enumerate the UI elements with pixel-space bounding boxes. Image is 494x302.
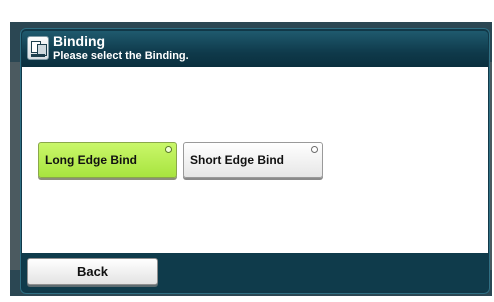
back-button-label: Back: [76, 264, 109, 279]
short-edge-bind-button[interactable]: Short Edge Bind: [183, 142, 323, 178]
page-title: Binding: [53, 33, 106, 49]
long-edge-bind-label: Long Edge Bind: [45, 153, 137, 167]
long-edge-bind-button[interactable]: Long Edge Bind: [38, 142, 177, 178]
selection-indicator-icon: [165, 146, 172, 153]
device-bezel-top: [0, 0, 494, 22]
short-edge-bind-label: Short Edge Bind: [190, 153, 284, 167]
page-subtitle: Please select the Binding.: [53, 50, 189, 62]
selection-indicator-icon: [311, 146, 318, 153]
document-binding-icon: [27, 36, 49, 60]
device-bezel-bottom: [0, 296, 494, 302]
back-button[interactable]: Back: [27, 258, 158, 285]
